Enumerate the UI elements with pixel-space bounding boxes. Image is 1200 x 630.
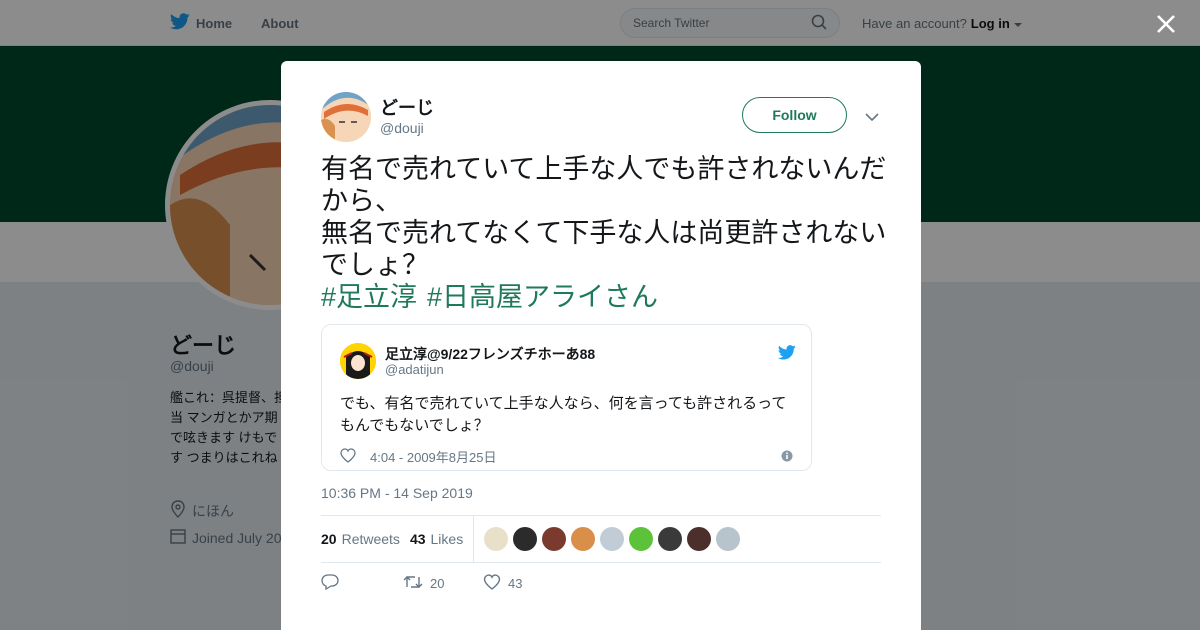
info-icon[interactable]: [781, 449, 793, 467]
like-count: 43: [508, 576, 523, 591]
tweet-modal: どーじ @douji Follow 有名で売れていて上手な人でも許されないんだか…: [281, 61, 921, 630]
tweet-hashtags: #足立淳 #日高屋アライさん: [321, 281, 658, 313]
liker-avatar[interactable]: [687, 527, 712, 551]
likes-stat[interactable]: 43 Likes: [410, 531, 463, 547]
retweets-count: 20: [321, 531, 337, 547]
divider: [473, 516, 475, 562]
likes-count: 43: [409, 531, 426, 547]
reply-button[interactable]: [321, 574, 403, 593]
author-avatar[interactable]: [321, 92, 371, 142]
follow-button[interactable]: Follow: [742, 97, 847, 133]
retweets-label: Retweets: [341, 531, 400, 547]
tweet-timestamp[interactable]: 10:36 PM - 14 Sep 2019: [321, 485, 473, 501]
hashtag-link[interactable]: #日高屋アライさん: [427, 281, 658, 313]
likes-label: Likes: [430, 531, 464, 547]
liker-avatar[interactable]: [513, 527, 538, 551]
quoted-tweet-text: でも、有名で売れていて上手な人なら、何を言っても許されるってもんでもないでしょ？: [340, 395, 787, 434]
liker-avatar[interactable]: [600, 527, 625, 551]
tweet-stats: 20 Retweets 43 Likes: [321, 515, 881, 563]
liker-avatar[interactable]: [658, 527, 683, 551]
liker-avatar[interactable]: [716, 527, 741, 551]
quoted-author-handle[interactable]: @adatijun: [385, 362, 444, 377]
quoted-author-avatar[interactable]: [340, 343, 376, 379]
quoted-tweet-footer: 4:04 - 2009年8月25日: [340, 447, 496, 466]
quoted-tweet-card[interactable]: 足立淳@9/22フレンズチホーあ88 @adatijun でも、有名で売れていて…: [321, 324, 812, 471]
hashtag-link[interactable]: #足立淳: [321, 281, 417, 313]
heart-icon: [483, 574, 501, 593]
retweet-icon: [403, 574, 423, 593]
liker-avatar[interactable]: [629, 527, 654, 551]
author-name[interactable]: どーじ: [380, 94, 434, 120]
close-icon[interactable]: [1154, 12, 1178, 36]
retweets-stat[interactable]: 20 Retweets: [321, 531, 400, 547]
author-handle[interactable]: @douji: [380, 120, 424, 136]
retweet-button[interactable]: 20: [403, 574, 483, 593]
tweet-text: 有名で売れていて上手な人でも許されないんだから、 無名で売れてなくて下手な人は尚…: [321, 154, 887, 280]
retweet-count: 20: [430, 576, 445, 591]
quoted-timestamp[interactable]: 4:04 - 2009年8月25日: [370, 447, 496, 466]
quoted-author-name[interactable]: 足立淳@9/22フレンズチホーあ88: [385, 344, 595, 364]
liker-avatar[interactable]: [571, 527, 596, 551]
chevron-down-icon[interactable]: [865, 109, 879, 127]
liker-avatar[interactable]: [542, 527, 567, 551]
like-button[interactable]: 43: [483, 574, 522, 593]
bird-icon[interactable]: [777, 345, 796, 365]
heart-icon[interactable]: [340, 447, 356, 466]
liker-avatar[interactable]: [484, 527, 509, 551]
liker-avatars: [484, 527, 741, 551]
tweet-actions: 20 43: [321, 574, 522, 593]
reply-icon: [321, 574, 339, 593]
